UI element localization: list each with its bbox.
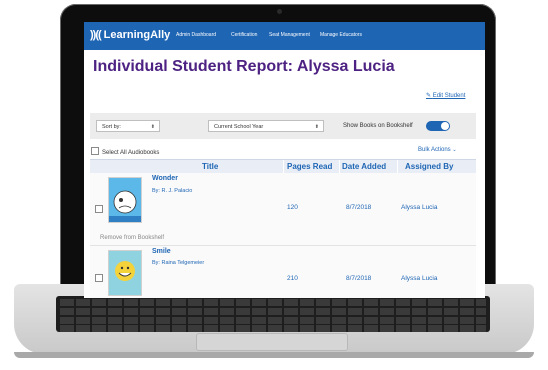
row-checkbox[interactable] (95, 274, 103, 282)
top-navigation-bar: ))((LearningAlly Admin Dashboard Certifi… (84, 22, 485, 50)
table-row: Smile By: Raina Telgemeier 210 8/7/2018 … (90, 246, 476, 298)
book-author[interactable]: By: R. J. Palacio (152, 188, 192, 194)
date-added-cell: 8/7/2018 (346, 204, 372, 211)
column-divider (339, 160, 340, 173)
bulk-actions-label: Bulk Actions (418, 147, 451, 153)
column-divider (397, 160, 398, 173)
table-header: Title Pages Read Date Added Assigned By (90, 159, 476, 174)
logo-text: LearningAlly (103, 29, 171, 41)
pages-read-cell: 210 (287, 275, 298, 282)
screen: ))((LearningAlly Admin Dashboard Certifi… (84, 22, 485, 298)
logo-mark: ))(( (90, 29, 102, 41)
show-books-toggle[interactable] (426, 121, 450, 131)
pages-read-cell: 120 (287, 204, 298, 211)
nav-certification[interactable]: Certification (231, 32, 257, 38)
assigned-by-cell: Alyssa Lucia (401, 204, 438, 211)
laptop-front-edge (14, 352, 534, 358)
column-divider (283, 160, 284, 173)
school-year-select[interactable]: Current School Year ⬍ (208, 120, 324, 132)
book-cover-smile[interactable] (108, 250, 142, 296)
column-header-date-added[interactable]: Date Added (342, 162, 386, 171)
chevron-down-icon: ⌄ (452, 147, 457, 153)
book-author[interactable]: By: Raina Telgemeier (152, 260, 204, 266)
column-header-assigned-by[interactable]: Assigned By (405, 162, 453, 171)
table-row: Wonder By: R. J. Palacio 120 8/7/2018 Al… (90, 173, 476, 246)
filter-toolbar: Sort by: ⬍ Current School Year ⬍ Show Bo… (90, 113, 476, 139)
nav-seat-management[interactable]: Seat Management (269, 32, 310, 38)
column-header-pages-read[interactable]: Pages Read (287, 162, 332, 171)
school-year-label: Current School Year (214, 124, 264, 130)
sort-by-select[interactable]: Sort by: ⬍ (96, 120, 160, 132)
keyboard (56, 296, 490, 332)
book-cover-wonder[interactable] (108, 177, 142, 223)
book-title[interactable]: Smile (152, 248, 171, 255)
book-title[interactable]: Wonder (152, 175, 178, 182)
toggle-knob (441, 122, 449, 130)
remove-from-bookshelf-link[interactable]: Remove from Bookshelf (100, 235, 164, 241)
assigned-by-cell: Alyssa Lucia (401, 275, 438, 282)
page-title: Individual Student Report: Alyssa Lucia (93, 58, 395, 75)
edit-student-label: Edit Student (432, 93, 466, 99)
updown-arrow-icon: ⬍ (150, 124, 155, 130)
webcam (277, 9, 282, 14)
pencil-icon: ✎ (426, 93, 432, 99)
nav-admin-dashboard[interactable]: Admin Dashboard (176, 32, 216, 38)
sort-by-label: Sort by: (102, 124, 121, 130)
book-cover-art (109, 190, 141, 222)
book-cover-art (115, 261, 135, 281)
select-all-checkbox[interactable]: Select All Audiobooks (91, 147, 159, 156)
column-header-title[interactable]: Title (202, 162, 218, 171)
row-checkbox[interactable] (95, 205, 103, 213)
nav-manage-educators[interactable]: Manage Educators (320, 32, 362, 38)
date-added-cell: 8/7/2018 (346, 275, 372, 282)
learning-ally-logo[interactable]: ))((LearningAlly (90, 29, 170, 41)
touchpad (196, 333, 348, 351)
checkbox-icon (91, 147, 99, 155)
bulk-actions-dropdown[interactable]: Bulk Actions ⌄ (418, 147, 457, 153)
select-all-label: Select All Audiobooks (102, 150, 160, 156)
updown-arrow-icon: ⬍ (314, 124, 319, 130)
show-books-label: Show Books on Bookshelf (343, 123, 413, 129)
edit-student-link[interactable]: ✎ Edit Student (426, 92, 465, 99)
